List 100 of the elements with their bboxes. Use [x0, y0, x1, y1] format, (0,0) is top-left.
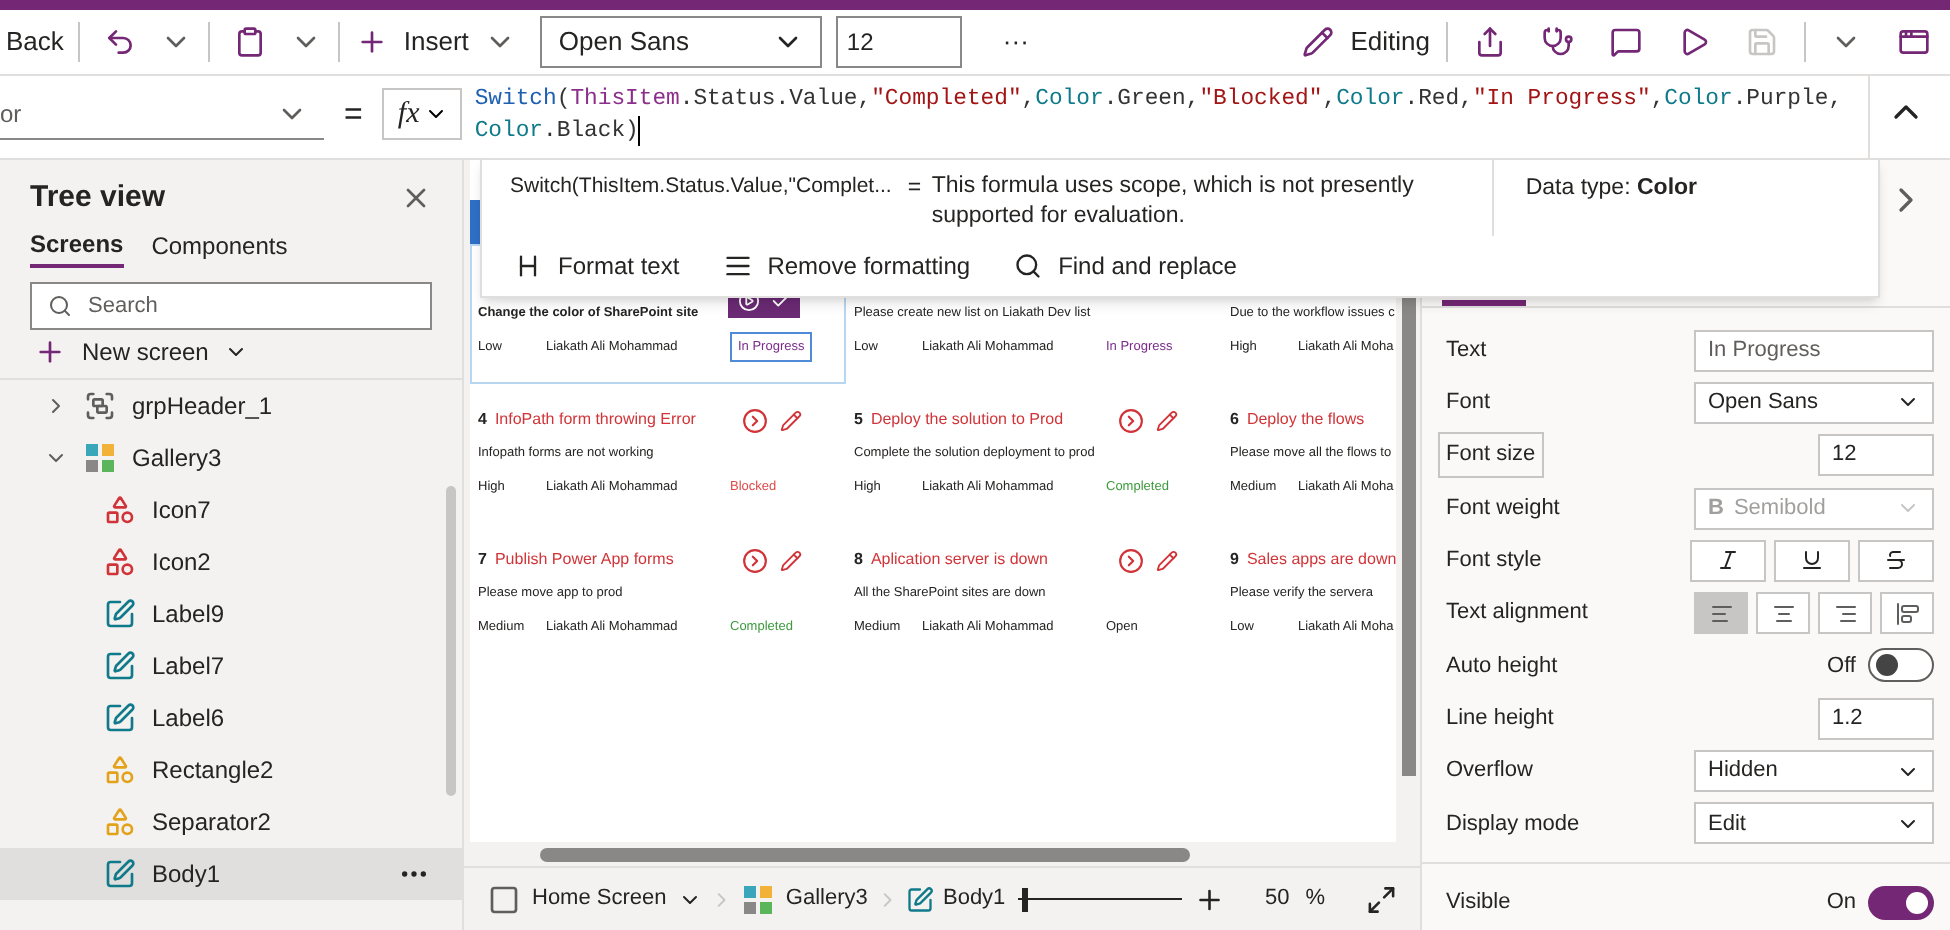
- property-label: Font: [1444, 388, 1493, 419]
- format-icon: [514, 252, 542, 280]
- chevron-circle-icon[interactable]: [742, 407, 768, 433]
- screen-icon: [488, 883, 520, 915]
- tree-item[interactable]: grpHeader_1: [0, 380, 462, 432]
- equals-sign: =: [907, 174, 924, 202]
- scrollbar[interactable]: [540, 847, 1190, 861]
- align-justify-button[interactable]: [1880, 592, 1934, 635]
- scrollbar[interactable]: [1401, 296, 1415, 776]
- pencil-icon[interactable]: [780, 409, 802, 431]
- underline-icon: [1800, 548, 1824, 573]
- back-button[interactable]: Back: [0, 22, 70, 62]
- shape-icon: [104, 754, 136, 786]
- tab[interactable]: Screens: [30, 224, 124, 268]
- tree-item[interactable]: Label7: [0, 640, 462, 692]
- font-size-field[interactable]: 12: [836, 16, 963, 68]
- toggle-switch[interactable]: [1868, 885, 1934, 920]
- align-center-icon: [1771, 601, 1795, 626]
- dropdown[interactable]: Hidden: [1694, 750, 1934, 793]
- pencil-icon[interactable]: [1156, 409, 1178, 431]
- expression-preview: Switch(ThisItem.Status.Value,"Complet...: [510, 172, 892, 202]
- shape-icon: [104, 806, 136, 838]
- dropdown[interactable]: Edit: [1694, 802, 1934, 845]
- pencil-icon[interactable]: [780, 549, 802, 571]
- paste-icon[interactable]: [233, 26, 266, 58]
- dropdown[interactable]: Open Sans: [1694, 381, 1934, 424]
- item-title: Aplication server is down: [870, 548, 1048, 572]
- toggle-state: Off: [1827, 651, 1856, 682]
- tree-item[interactable]: Gallery3: [0, 432, 462, 484]
- item-number: 8: [854, 548, 863, 572]
- item-number: 9: [1230, 548, 1239, 572]
- pencil-icon[interactable]: [1156, 549, 1178, 571]
- stethoscope-icon[interactable]: [1542, 26, 1574, 58]
- more-button[interactable]: ···: [994, 22, 1037, 62]
- underline-button[interactable]: [1774, 539, 1850, 582]
- tree-item[interactable]: Body1: [0, 848, 462, 900]
- chevron-circle-icon[interactable]: [1118, 547, 1144, 573]
- tree-item[interactable]: Label9: [0, 588, 462, 640]
- editing-button[interactable]: Editing: [1294, 22, 1438, 62]
- popup-action[interactable]: Remove formatting: [723, 248, 971, 284]
- control-breadcrumb[interactable]: Body1: [906, 882, 1006, 916]
- number-field[interactable]: 12: [1818, 434, 1934, 477]
- fullscreen-icon[interactable]: [1365, 883, 1397, 915]
- item-title: Publish Power App forms: [494, 548, 674, 572]
- align-left-button[interactable]: [1694, 592, 1748, 635]
- item-number: 6: [1230, 408, 1239, 432]
- align-center-button[interactable]: [1756, 592, 1810, 635]
- item-title: Deploy the solution to Prod: [870, 408, 1064, 432]
- data-type: Data type: Color: [1525, 176, 1698, 200]
- gallery-breadcrumb[interactable]: Gallery3: [741, 882, 868, 916]
- screen-breadcrumb[interactable]: Home Screen: [488, 882, 703, 916]
- search-field[interactable]: Search: [30, 282, 432, 330]
- align-left-icon: [1709, 601, 1733, 626]
- property-label: Text: [1444, 335, 1489, 366]
- property-label: Font size: [1438, 432, 1544, 478]
- label-icon: [104, 598, 136, 630]
- align-justify-icon: [1895, 601, 1919, 626]
- tree-item[interactable]: Label6: [0, 692, 462, 744]
- label-icon: [104, 650, 136, 682]
- scrollbar[interactable]: [446, 486, 456, 796]
- toggle-switch[interactable]: [1868, 648, 1934, 683]
- property-label: Text alignment: [1444, 598, 1590, 629]
- plus-icon: [34, 336, 66, 368]
- gallery-icon: [84, 442, 116, 474]
- label-icon: [104, 702, 136, 734]
- popup-action[interactable]: Format text: [514, 248, 680, 284]
- equals-sign: =: [344, 96, 363, 136]
- share-icon[interactable]: [1474, 26, 1506, 58]
- app-settings-icon[interactable]: [1898, 26, 1930, 58]
- popup-action[interactable]: Find and replace: [1014, 248, 1237, 284]
- item-number: 4: [478, 408, 487, 432]
- new-screen-button[interactable]: New screen: [0, 330, 462, 374]
- tree-item[interactable]: Rectangle2: [0, 744, 462, 796]
- chevron-circle-icon[interactable]: [742, 547, 768, 573]
- group-icon: [84, 390, 116, 422]
- function-button[interactable]: fx: [382, 88, 463, 140]
- zoom-slider[interactable]: [1017, 887, 1182, 911]
- item-title: Deploy the flows: [1246, 408, 1365, 432]
- property-dropdown[interactable]: or: [0, 88, 324, 140]
- number-field[interactable]: 1.2: [1818, 697, 1934, 740]
- tree-item[interactable]: Icon7: [0, 484, 462, 536]
- plus-icon: [355, 26, 388, 58]
- strike-button[interactable]: [1858, 539, 1934, 582]
- align-right-button[interactable]: [1818, 592, 1872, 635]
- panel-title: Tree view: [30, 177, 166, 218]
- tab[interactable]: Components: [151, 224, 288, 268]
- insert-button[interactable]: Insert: [347, 22, 525, 62]
- tree-item[interactable]: Icon2: [0, 536, 462, 588]
- item-number: 5: [854, 408, 863, 432]
- undo-icon[interactable]: [103, 26, 136, 58]
- chevron-circle-icon[interactable]: [1118, 407, 1144, 433]
- comment-icon[interactable]: [1610, 26, 1642, 58]
- text-field[interactable]: In Progress: [1694, 329, 1934, 372]
- font-dropdown[interactable]: Open Sans: [540, 16, 823, 68]
- property-label: Display mode: [1444, 809, 1582, 840]
- item-number: 7: [478, 548, 487, 572]
- tree-item[interactable]: Separator2: [0, 796, 462, 848]
- property-label: Font weight: [1444, 493, 1562, 524]
- italic-button[interactable]: [1690, 539, 1766, 582]
- play-icon[interactable]: [1678, 26, 1710, 58]
